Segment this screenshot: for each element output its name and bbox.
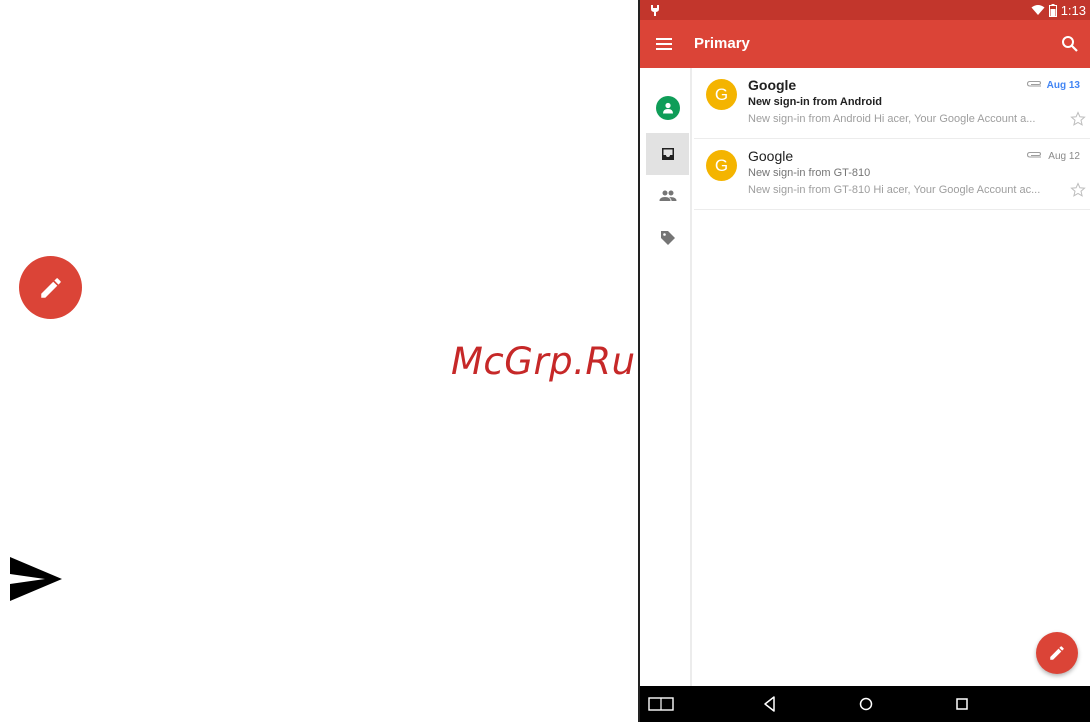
android-debug-icon [651,5,659,16]
home-icon[interactable] [856,695,876,713]
attachment-icon [1026,80,1042,87]
phone-screen: 1:13 Primary G Google New sign-in from A… [638,0,1090,722]
watermark: McGrp.Ru [451,340,636,383]
email-snippet: New sign-in from GT-810 Hi acer, Your Go… [748,184,1041,196]
status-icons: 1:13 [1031,2,1086,18]
pencil-icon [40,277,61,298]
email-subject: New sign-in from Android [748,96,883,108]
status-time: 1:13 [1060,2,1086,18]
email-sender: Google [748,148,794,164]
email-row[interactable]: G Google New sign-in from Android New si… [694,68,1090,139]
label-icon [660,231,675,245]
page-title: Primary [694,35,750,52]
menu-icon[interactable] [654,34,674,54]
sender-avatar: G [706,79,737,110]
email-sender: Google [748,77,797,93]
sender-avatar: G [706,150,737,181]
star-icon[interactable] [1070,111,1086,127]
manual-page: McGrp.Ru 1:13 Primary G Google New sign-… [0,0,1090,722]
email-list: G Google New sign-in from Android New si… [694,68,1090,210]
star-icon[interactable] [1070,182,1086,198]
compose-button-illustration [19,256,82,319]
navigation-bar [640,686,1090,722]
navigation-rail [640,68,692,686]
back-icon[interactable] [760,695,780,713]
inbox-icon [661,148,674,160]
rail-item-labels[interactable] [646,217,689,259]
search-icon[interactable] [1060,34,1080,54]
email-subject: New sign-in from GT-810 [748,167,871,179]
wifi-icon [1031,5,1045,15]
attachment-icon [1026,151,1042,158]
social-icon [659,190,676,201]
battery-icon [1048,3,1057,17]
recent-apps-icon[interactable] [648,695,674,713]
overview-icon[interactable] [952,695,972,713]
account-icon [655,96,680,120]
rail-item-account[interactable] [646,87,689,129]
app-bar: Primary [640,20,1090,68]
pencil-icon [1050,646,1064,660]
email-date: Aug 13 [1046,80,1080,91]
rail-item-inbox[interactable] [646,133,689,175]
compose-button[interactable] [1036,632,1078,674]
status-bar: 1:13 [640,0,1090,20]
email-snippet: New sign-in from Android Hi acer, Your G… [748,113,1036,125]
send-icon [10,557,62,601]
email-date: Aug 12 [1048,151,1080,162]
email-row[interactable]: G Google New sign-in from GT-810 New sig… [694,139,1090,210]
rail-item-social[interactable] [646,175,689,217]
